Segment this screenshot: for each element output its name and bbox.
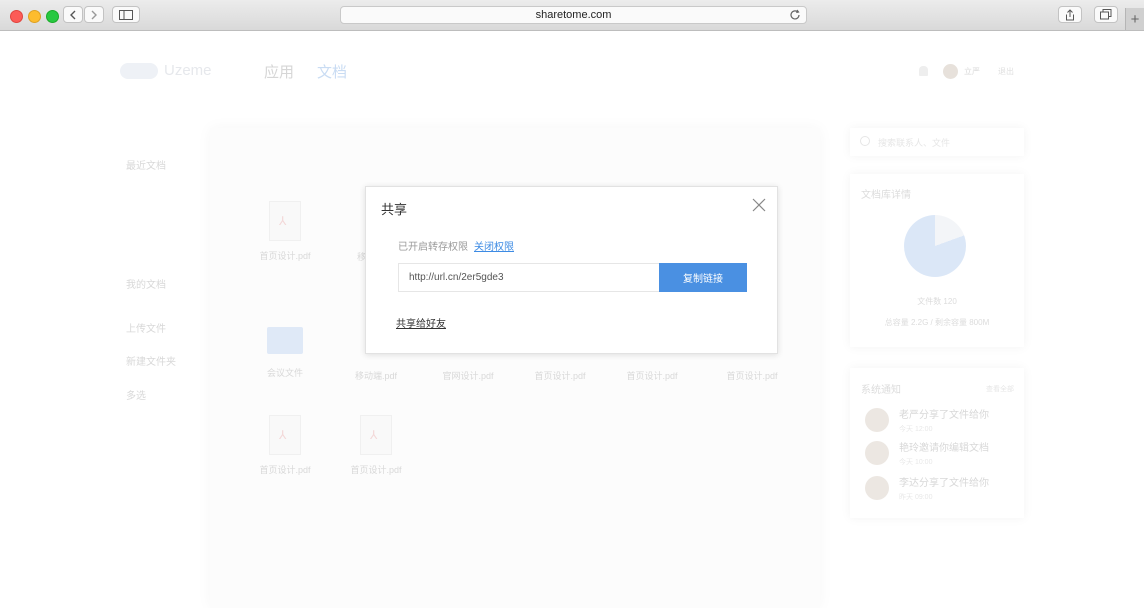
search-placeholder: 搜索联系人、文件 — [878, 138, 951, 148]
permission-status: 已开启转存权限 — [398, 242, 468, 253]
logo-text: Uzeme — [164, 62, 212, 79]
file-name: 首页设计.pdf — [259, 251, 311, 261]
share-dialog: 共享 已开启转存权限 关闭权限 复制链接 共享给好友 — [365, 186, 778, 354]
logo-mark-icon — [120, 62, 158, 79]
avatar — [865, 441, 889, 465]
sidebar-recent[interactable]: 最近文档 — [126, 157, 166, 172]
url-text: sharetome.com — [535, 9, 612, 21]
pdf-icon — [360, 415, 392, 455]
user-avatar[interactable] — [943, 64, 958, 79]
bell-icon[interactable] — [919, 66, 928, 76]
forward-button[interactable] — [84, 6, 104, 23]
file-item[interactable]: 首页设计.pdf — [712, 369, 792, 382]
chevron-right-icon — [91, 10, 97, 19]
minimize-window-button[interactable] — [28, 10, 41, 23]
file-item[interactable]: 首页设计.pdf — [245, 201, 325, 262]
reload-icon[interactable] — [788, 8, 802, 22]
file-item[interactable]: 首页设计.pdf — [245, 415, 325, 476]
file-name: 首页设计.pdf — [350, 465, 402, 475]
share-button[interactable] — [1058, 6, 1082, 23]
close-icon[interactable] — [751, 197, 767, 213]
notice-text: 老严分享了文件给你 — [899, 410, 989, 421]
address-bar[interactable]: sharetome.com — [340, 6, 807, 24]
notice-text: 李达分享了文件给你 — [899, 478, 989, 489]
notice-time: 今天 12:00 — [899, 426, 933, 433]
file-name: 首页设计.pdf — [259, 465, 311, 475]
file-name: 首页设计.pdf — [626, 371, 678, 381]
notice-title: 系统通知 — [861, 385, 901, 396]
chevron-left-icon — [70, 10, 76, 19]
sidebar-new-folder[interactable]: 新建文件夹 — [126, 353, 176, 368]
file-item[interactable]: 首页设计.pdf — [520, 369, 600, 382]
storage-pie-chart — [904, 215, 966, 277]
avatar — [865, 408, 889, 432]
notice-time: 昨天 09:00 — [899, 494, 933, 501]
folder-item[interactable]: 会议文件 — [245, 327, 325, 379]
avatar — [865, 476, 889, 500]
dialog-title: 共享 — [381, 202, 408, 217]
browser-toolbar: sharetome.com + — [0, 0, 1144, 31]
file-name: 首页设计.pdf — [534, 371, 586, 381]
file-name: 首页设计.pdf — [726, 371, 778, 381]
nav-apps[interactable]: 应用 — [264, 61, 294, 82]
tabs-overview-button[interactable] — [1094, 6, 1118, 23]
file-item[interactable]: 首页设计.pdf — [612, 369, 692, 382]
capacity-text: 总容量 2.2G / 剩余容量 800M — [884, 318, 990, 327]
file-item[interactable]: 官网设计.pdf — [428, 369, 508, 382]
notice-time: 今天 10:00 — [899, 459, 933, 466]
file-name: 移动端.pdf — [354, 371, 397, 381]
search-box[interactable]: 搜索联系人、文件 — [850, 128, 1024, 156]
user-name[interactable]: 立严 — [964, 66, 980, 77]
file-count: 文件数 120 — [917, 297, 957, 306]
file-name: 官网设计.pdf — [442, 371, 494, 381]
disable-permission-link[interactable]: 关闭权限 — [474, 238, 514, 253]
nav-docs[interactable]: 文档 — [317, 61, 347, 82]
notice-item[interactable]: 李达分享了文件给你昨天 09:00 — [865, 474, 989, 502]
folder-name: 会议文件 — [266, 368, 303, 378]
share-to-friends-link[interactable]: 共享给好友 — [396, 315, 446, 330]
folder-icon — [267, 327, 303, 354]
sidebar-mine[interactable]: 我的文档 — [126, 276, 166, 291]
pdf-icon — [269, 201, 301, 241]
file-item[interactable]: 首页设计.pdf — [336, 415, 416, 476]
notice-item[interactable]: 老严分享了文件给你今天 12:00 — [865, 406, 989, 434]
sidebar-upload[interactable]: 上传文件 — [126, 320, 166, 335]
library-title: 文档库详情 — [861, 190, 911, 201]
file-item[interactable]: 移 — [322, 250, 366, 263]
share-icon — [1066, 8, 1074, 20]
zoom-window-button[interactable] — [46, 10, 59, 23]
share-url-input[interactable] — [398, 263, 660, 292]
sidebar-icon — [119, 9, 133, 20]
logout-link[interactable]: 退出 — [998, 66, 1014, 77]
app-logo: Uzeme — [120, 62, 212, 79]
sidebar-toggle-button[interactable] — [112, 6, 140, 23]
search-icon — [860, 136, 870, 146]
pdf-icon — [269, 415, 301, 455]
back-button[interactable] — [63, 6, 83, 23]
sidebar-multiselect[interactable]: 多选 — [126, 387, 146, 402]
copy-link-button[interactable]: 复制链接 — [659, 263, 747, 292]
new-tab-button[interactable]: + — [1125, 8, 1144, 30]
notice-text: 艳玲邀请你编辑文档 — [899, 443, 989, 454]
tabs-icon — [1100, 9, 1112, 20]
notice-item[interactable]: 艳玲邀请你编辑文档今天 10:00 — [865, 439, 989, 467]
notice-more-link[interactable]: 查看全部 — [986, 384, 1014, 394]
file-item[interactable]: 移动端.pdf — [336, 369, 416, 382]
close-window-button[interactable] — [10, 10, 23, 23]
